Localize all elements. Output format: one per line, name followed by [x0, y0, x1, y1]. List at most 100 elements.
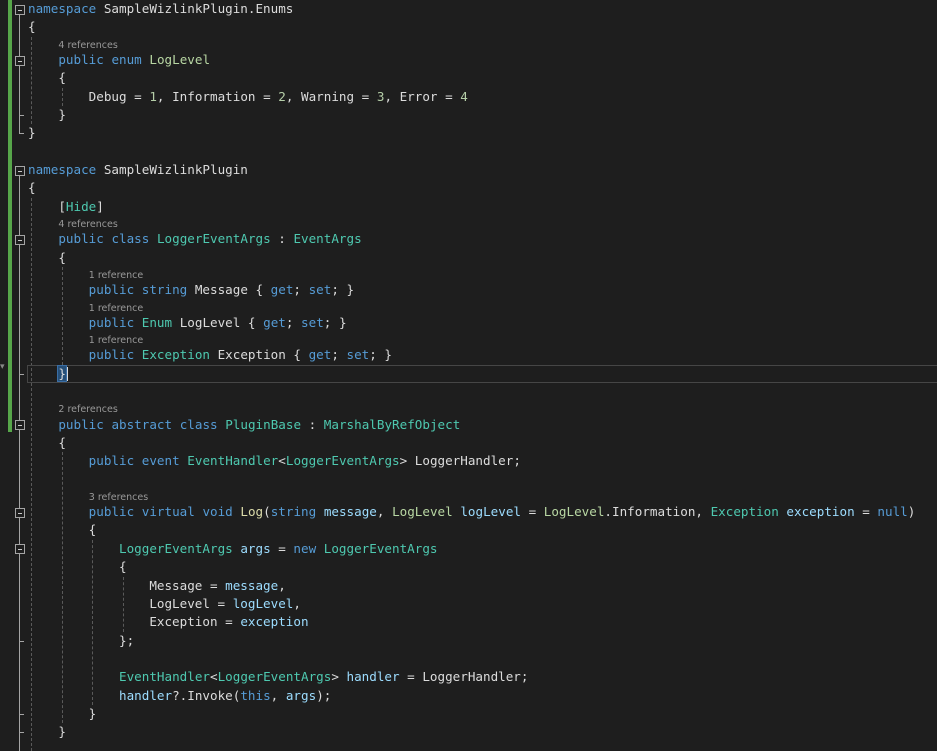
text-caret [66, 366, 68, 381]
code-token: LoggerEventArgs [323, 540, 438, 556]
collapse-toggle-icon[interactable] [15, 544, 25, 555]
code-line: handler?.Invoke(this, args); [28, 687, 937, 705]
code-token: public [88, 453, 135, 469]
outline-end-tick [19, 373, 24, 375]
code-token: logLevel [460, 504, 521, 520]
code-line: public enum LogLevel [28, 51, 937, 69]
code-token: { [28, 434, 66, 450]
code-token: 2 [278, 88, 286, 104]
code-token: ( [263, 504, 271, 520]
code-token: public [58, 51, 104, 67]
code-line: { [28, 18, 937, 36]
collapse-toggle-icon[interactable] [15, 55, 25, 66]
code-token: { [28, 559, 127, 575]
code-token: : [270, 231, 294, 247]
code-line: { [28, 434, 937, 452]
code-token: ) [907, 504, 916, 520]
codelens-references[interactable]: 4 references [58, 216, 117, 230]
code-token: { [28, 70, 66, 86]
code-token: Exception = [28, 614, 241, 630]
code-token: ; [293, 282, 309, 298]
code-token: null [877, 504, 908, 520]
codelens-references[interactable]: 3 references [89, 489, 148, 503]
code-line: { [28, 179, 937, 197]
codelens-references[interactable]: 4 references [58, 37, 117, 51]
code-token: Enum [141, 314, 173, 330]
code-token: exception [240, 614, 309, 630]
code-token: args [240, 540, 271, 556]
code-token: LoggerEventArgs [156, 231, 271, 247]
code-editor[interactable]: namespace SampleWizlinkPlugin.Enums{4 re… [0, 0, 937, 751]
code-token: ; [331, 347, 347, 363]
code-token: get [270, 282, 294, 298]
code-line: public Exception Exception { get; set; } [28, 346, 937, 364]
code-line: [Hide] [28, 198, 937, 216]
code-token: exception [786, 504, 855, 520]
code-line: public class LoggerEventArgs : EventArgs [28, 230, 937, 248]
outline-end-tick [19, 732, 24, 734]
code-token: class [179, 416, 218, 432]
code-token: handler [346, 669, 400, 685]
code-token: public [88, 347, 135, 363]
code-line: { [28, 69, 937, 87]
code-line: public virtual void Log(string message, … [28, 503, 937, 521]
code-token: namespace [28, 1, 97, 16]
code-line: } [28, 364, 937, 383]
code-token: public [88, 282, 135, 298]
collapse-toggle-icon[interactable] [15, 234, 25, 245]
code-token: args [285, 687, 317, 703]
outline-line [19, 65, 20, 116]
code-line: { [28, 558, 937, 576]
code-token: Exception { [210, 347, 309, 363]
outline-end-tick [19, 714, 24, 716]
code-token: ] [96, 198, 104, 214]
code-token: LogLevel = [28, 595, 233, 611]
code-line: { [28, 249, 937, 267]
code-token: Log [240, 504, 264, 520]
code-token: ; [285, 314, 302, 330]
collapse-toggle-icon[interactable] [15, 507, 25, 518]
code-token: LogLevel [543, 504, 605, 520]
codelens-references[interactable]: 1 reference [89, 332, 143, 346]
code-line: } [28, 705, 937, 723]
code-token: public [88, 314, 135, 330]
code-token: Exception [710, 504, 779, 520]
collapse-toggle-icon[interactable] [15, 165, 25, 176]
code-line: namespace SampleWizlinkPlugin.Enums [28, 0, 937, 18]
collapse-toggle-icon[interactable] [15, 4, 25, 15]
collapse-toggle-icon[interactable] [15, 420, 25, 431]
breakpoint-marker-icon: ▾ [0, 362, 5, 372]
code-token: Hide [65, 198, 97, 214]
outline-end-tick [19, 640, 24, 642]
code-line: public abstract class PluginBase : Marsh… [28, 416, 937, 434]
code-token: = LoggerHandler; [399, 669, 529, 685]
code-token: Message = [28, 577, 226, 593]
code-token: set [346, 347, 370, 363]
code-token: get [263, 314, 286, 330]
codelens-references[interactable]: 1 reference [89, 300, 143, 314]
codelens-references[interactable]: 2 references [58, 401, 117, 415]
code-token: void [202, 504, 233, 520]
changed-lines-indicator [8, 0, 12, 432]
code-token: message [323, 504, 377, 520]
code-token: ; } [369, 347, 393, 363]
code-token: string [141, 282, 188, 298]
codelens-references[interactable]: 1 reference [89, 267, 143, 281]
code-token: } [28, 724, 66, 740]
code-token: 4 [460, 88, 468, 104]
code-line: public Enum LogLevel { get; set; } [28, 314, 937, 332]
code-token: this [240, 687, 271, 703]
